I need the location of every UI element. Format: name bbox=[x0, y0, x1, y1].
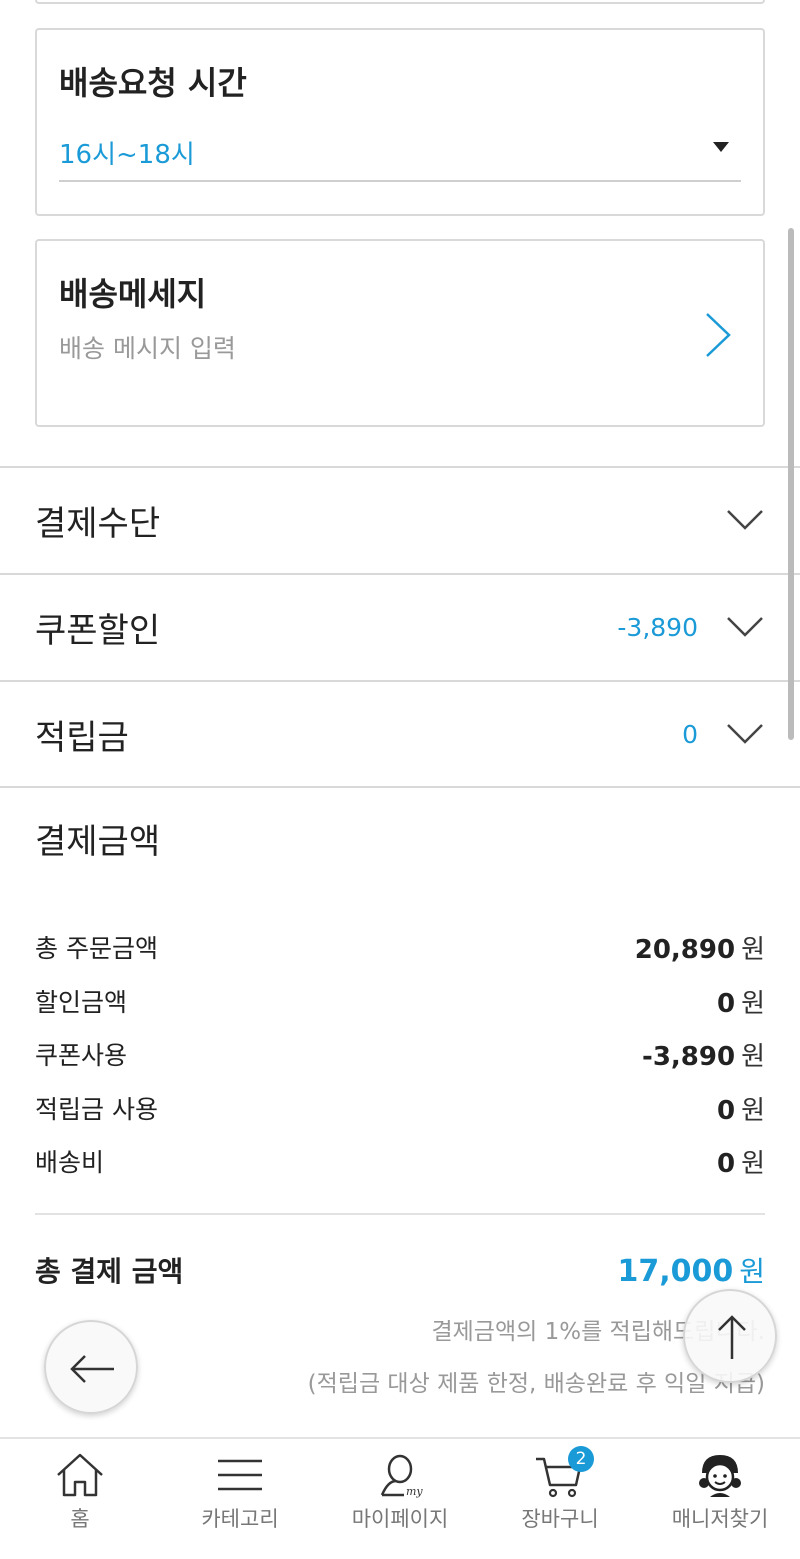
chevron-down-icon[interactable] bbox=[726, 615, 764, 639]
delivery-time-title: 배송요청 시간 bbox=[59, 64, 247, 102]
summary-line-label: 배송비 bbox=[35, 1148, 105, 1177]
nav-label: 카테고리 bbox=[201, 1507, 279, 1531]
summary-line-unit: 원 bbox=[741, 935, 765, 965]
nav-item-home[interactable]: 홈 bbox=[0, 1439, 160, 1559]
summary-line-order-total: 총 주문금액 20,890 원 bbox=[35, 929, 765, 965]
summary-line-label: 적립금 사용 bbox=[35, 1095, 158, 1124]
coupon-value: -3,890 bbox=[617, 613, 698, 642]
total-payment-unit: 원 bbox=[739, 1255, 765, 1288]
summary-line-unit: 원 bbox=[741, 1096, 765, 1126]
summary-line-label: 할인금액 bbox=[35, 988, 128, 1017]
total-payment-value: 17,000 원 bbox=[617, 1250, 765, 1290]
summary-line-amount: -3,890 bbox=[642, 1042, 736, 1072]
nav-label: 장바구니 bbox=[521, 1507, 599, 1531]
summary-line-shipping: 배송비 0원 bbox=[35, 1143, 765, 1179]
nav-label: 매니저찾기 bbox=[671, 1507, 769, 1531]
nav-item-category[interactable]: 카테고리 bbox=[160, 1439, 320, 1559]
delivery-message-card[interactable]: 배송메세지 배송 메시지 입력 bbox=[35, 239, 765, 427]
mypage-icon: my bbox=[380, 1454, 423, 1498]
summary-line-label: 쿠폰사용 bbox=[35, 1041, 128, 1070]
nav-item-manager[interactable]: 매니저찾기 bbox=[640, 1439, 800, 1559]
my-glyph: my bbox=[406, 1485, 423, 1498]
chevron-down-icon[interactable] bbox=[726, 722, 764, 746]
summary-line-unit: 원 bbox=[741, 989, 765, 1019]
manager-icon bbox=[699, 1455, 741, 1497]
dropdown-arrow-icon[interactable] bbox=[713, 142, 729, 152]
summary-line-unit: 원 bbox=[741, 1042, 765, 1072]
scroll-to-top-button[interactable] bbox=[683, 1289, 777, 1383]
menu-icon bbox=[218, 1459, 262, 1491]
chevron-right-icon[interactable] bbox=[703, 311, 733, 359]
nav-item-mypage[interactable]: my 마이페이지 bbox=[320, 1439, 480, 1559]
points-row[interactable]: 적립금 0 bbox=[0, 680, 800, 787]
nav-item-cart[interactable]: 장바구니 bbox=[480, 1439, 640, 1559]
nav-label: 홈 bbox=[70, 1507, 90, 1531]
delivery-message-title: 배송메세지 bbox=[59, 275, 207, 313]
previous-card-edge bbox=[35, 0, 765, 4]
arrow-up-icon bbox=[718, 1315, 746, 1359]
arrow-left-icon bbox=[70, 1355, 114, 1383]
summary-line-discount: 할인금액 0원 bbox=[35, 983, 765, 1019]
payment-summary-title: 결제금액 bbox=[35, 822, 161, 862]
points-value: 0 bbox=[682, 720, 698, 749]
summary-line-label: 총 주문금액 bbox=[35, 934, 158, 963]
summary-line-amount: 0 bbox=[716, 1149, 736, 1179]
back-button[interactable] bbox=[44, 1320, 138, 1414]
delivery-time-card: 배송요청 시간 16시~18시 bbox=[35, 28, 765, 216]
delivery-time-select[interactable]: 16시~18시 bbox=[59, 134, 195, 171]
select-underline bbox=[59, 180, 741, 182]
scrollbar[interactable] bbox=[788, 228, 794, 740]
summary-line-unit: 원 bbox=[741, 1149, 765, 1179]
coupon-row[interactable]: 쿠폰할인 -3,890 bbox=[0, 573, 800, 680]
cart-count-badge: 2 bbox=[568, 1446, 594, 1472]
summary-line-amount: 20,890 bbox=[634, 935, 736, 965]
summary-line-amount: 0 bbox=[716, 989, 736, 1019]
summary-line-coupon: 쿠폰사용 -3,890 원 bbox=[35, 1036, 765, 1072]
section-divider bbox=[0, 786, 800, 788]
total-payment-amount: 17,000 bbox=[617, 1254, 734, 1289]
home-icon bbox=[57, 1453, 103, 1497]
points-label: 적립금 bbox=[35, 718, 129, 758]
delivery-message-input[interactable]: 배송 메시지 입력 bbox=[59, 329, 236, 365]
payment-method-row[interactable]: 결제수단 bbox=[0, 466, 800, 573]
bottom-navigation: 홈 카테고리 my 마이페이지 장바구니 매니저찾기 bbox=[0, 1437, 800, 1559]
chevron-down-icon[interactable] bbox=[726, 508, 764, 532]
summary-line-amount: 0 bbox=[716, 1096, 736, 1126]
total-payment-label: 총 결제 금액 bbox=[35, 1255, 184, 1288]
summary-divider bbox=[35, 1213, 765, 1215]
nav-label: 마이페이지 bbox=[351, 1507, 449, 1531]
coupon-label: 쿠폰할인 bbox=[35, 611, 161, 651]
summary-line-points: 적립금 사용 0원 bbox=[35, 1090, 765, 1126]
payment-method-label: 결제수단 bbox=[35, 504, 161, 544]
